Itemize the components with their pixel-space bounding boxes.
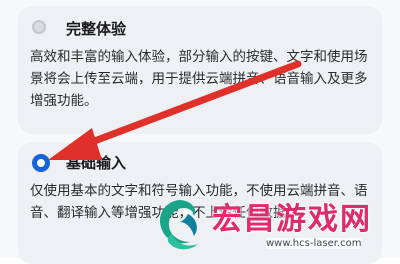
basic-input-option[interactable]: 基础输入 仅使用基本的文字和符号输入功能，不使用云端拼音、语音、翻译输入等增强功… [18, 142, 382, 264]
settings-screen: 完整体验 高效和丰富的输入体验，部分输入的按键、文字和使用场景将会上传至云端，用… [0, 0, 400, 264]
full-experience-option[interactable]: 完整体验 高效和丰富的输入体验，部分输入的按键、文字和使用场景将会上传至云端，用… [18, 6, 382, 134]
basic-input-title: 基础输入 [66, 154, 127, 172]
full-experience-radio[interactable] [32, 20, 46, 34]
basic-input-radio[interactable] [32, 154, 50, 172]
full-experience-description: 高效和丰富的输入体验，部分输入的按键、文字和使用场景将会上传至云端，用于提供云端… [30, 49, 368, 109]
full-experience-title: 完整体验 [66, 20, 127, 38]
basic-input-description: 仅使用基本的文字和符号输入功能，不使用云端拼音、语音、翻译输入等增强功能，不上传… [30, 183, 368, 221]
